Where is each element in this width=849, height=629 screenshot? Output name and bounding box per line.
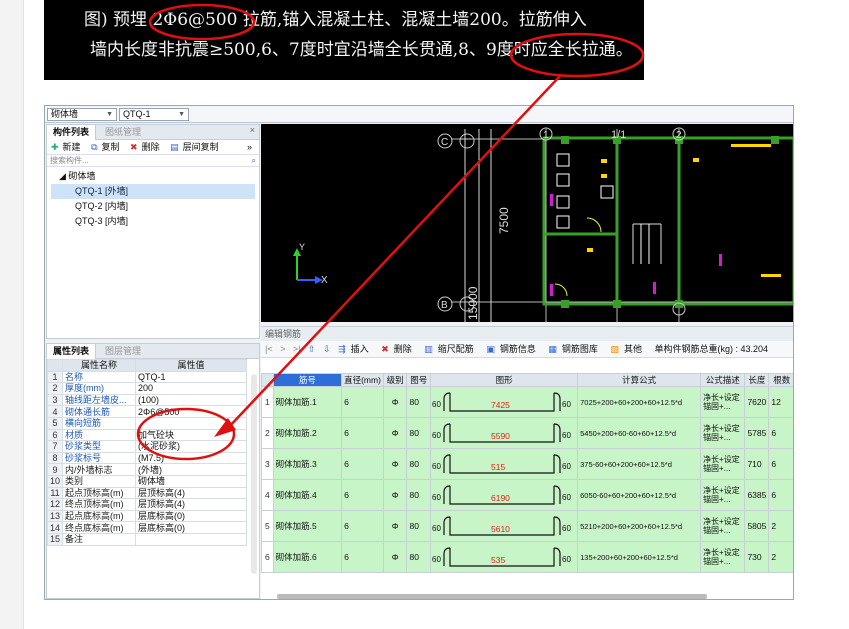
annotation-overlay bbox=[136, 3, 645, 461]
